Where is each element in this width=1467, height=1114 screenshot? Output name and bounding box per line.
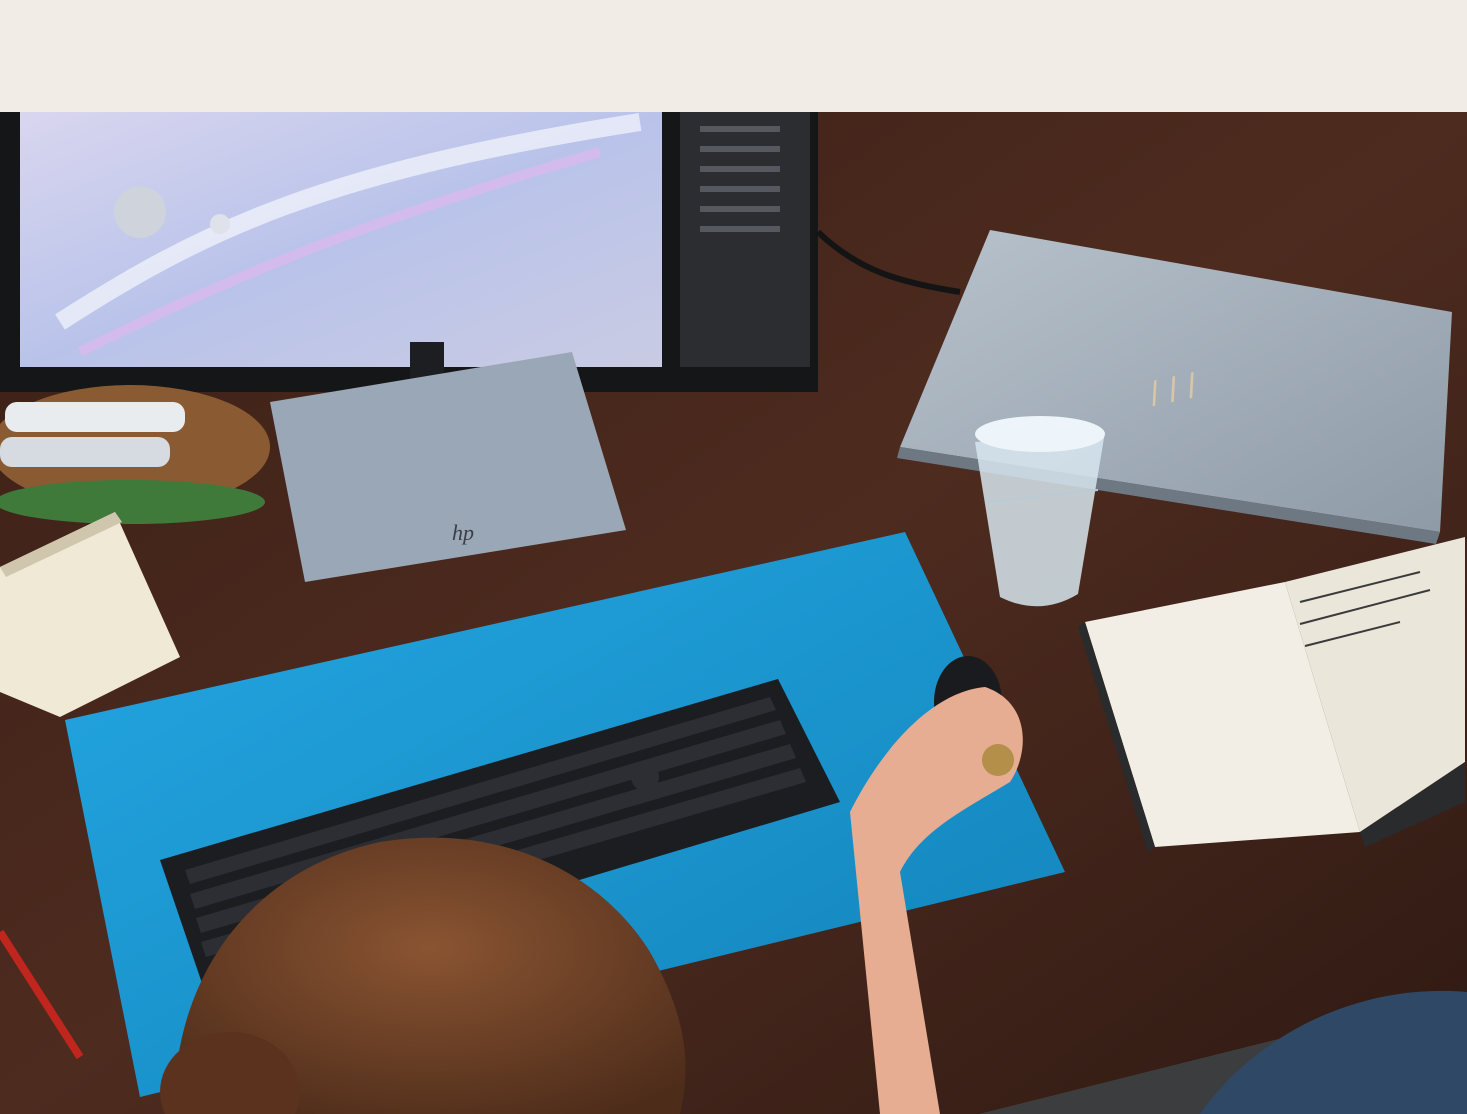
- desk-workspace-photo: hp / / /: [0, 112, 1467, 1114]
- header-band: [0, 0, 1467, 112]
- svg-text:hp: hp: [452, 520, 474, 545]
- wooden-tray: [0, 385, 270, 524]
